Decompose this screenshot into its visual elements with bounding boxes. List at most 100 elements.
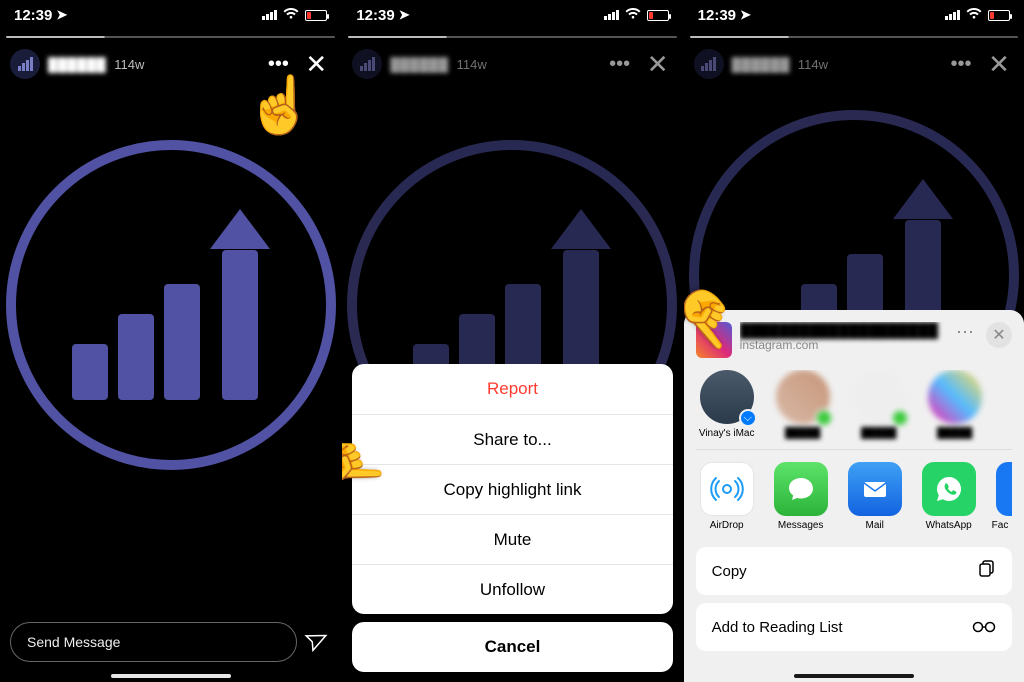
statusbar: 12:39 ➤ bbox=[684, 0, 1024, 30]
location-icon: ➤ bbox=[399, 7, 410, 23]
contact-item[interactable]: █████ bbox=[848, 370, 910, 439]
action-unfollow[interactable]: Unfollow bbox=[352, 564, 672, 614]
home-indicator[interactable] bbox=[111, 674, 231, 678]
messages-badge-icon bbox=[815, 409, 833, 427]
story-content[interactable] bbox=[6, 140, 336, 470]
phone-screen-2: 12:39 ➤ ██████ 114w ••• ✕ bbox=[341, 0, 682, 682]
share-app-facebook[interactable]: Fac bbox=[992, 462, 1012, 531]
time-ago-label: 114w bbox=[114, 57, 144, 72]
share-app-airdrop[interactable]: AirDrop bbox=[696, 462, 758, 531]
share-app-messages[interactable]: Messages bbox=[770, 462, 832, 531]
whatsapp-icon bbox=[922, 462, 976, 516]
share-app-label: Mail bbox=[844, 520, 906, 531]
share-app-whatsapp[interactable]: WhatsApp bbox=[918, 462, 980, 531]
share-thumbnail-icon bbox=[696, 322, 732, 358]
share-action-reading-list[interactable]: Add to Reading List bbox=[696, 603, 1012, 651]
contact-item[interactable]: █████ bbox=[924, 370, 986, 439]
share-app-label: AirDrop bbox=[696, 520, 758, 531]
account-avatar[interactable] bbox=[694, 49, 724, 79]
facebook-icon bbox=[996, 462, 1012, 516]
location-icon: ➤ bbox=[56, 7, 67, 23]
signal-icon bbox=[945, 10, 960, 20]
story-reply-row: Send Message bbox=[10, 622, 331, 662]
story-header: ██████ 114w ••• ✕ bbox=[684, 42, 1024, 86]
send-icon[interactable] bbox=[302, 623, 336, 660]
time-ago-label: 114w bbox=[457, 57, 487, 72]
wifi-icon bbox=[966, 7, 982, 23]
send-message-placeholder: Send Message bbox=[27, 634, 120, 650]
action-mute[interactable]: Mute bbox=[352, 514, 672, 564]
share-title-label: ████████████████████ bbox=[740, 322, 948, 338]
clock: 12:39 bbox=[356, 7, 394, 24]
more-options-button[interactable]: ••• bbox=[263, 49, 293, 79]
share-app-label: WhatsApp bbox=[918, 520, 980, 531]
story-progress-bar bbox=[6, 36, 335, 38]
story-image-circle bbox=[6, 140, 336, 470]
account-avatar[interactable] bbox=[352, 49, 382, 79]
more-options-button[interactable]: ••• bbox=[946, 49, 976, 79]
contact-item[interactable]: █████ bbox=[772, 370, 834, 439]
username-label[interactable]: ██████ bbox=[732, 57, 790, 72]
story-header: ██████ 114w ••• ✕ bbox=[0, 42, 341, 86]
share-action-copy[interactable]: Copy bbox=[696, 547, 1012, 595]
story-header: ██████ 114w ••• ✕ bbox=[342, 42, 682, 86]
close-button[interactable]: ✕ bbox=[984, 49, 1014, 79]
chart-bars-icon bbox=[701, 57, 716, 71]
share-action-label: Copy bbox=[712, 563, 747, 580]
share-close-button[interactable]: ✕ bbox=[986, 322, 1012, 348]
signal-icon bbox=[262, 10, 277, 20]
contact-name-label: █████ bbox=[848, 428, 910, 439]
action-share-to[interactable]: Share to... bbox=[352, 414, 672, 464]
contact-name-label: █████ bbox=[924, 428, 986, 439]
glasses-icon bbox=[972, 617, 996, 638]
action-sheet: Report Share to... Copy highlight link M… bbox=[352, 364, 672, 672]
clock: 12:39 bbox=[698, 7, 736, 24]
share-app-label: Fac bbox=[992, 520, 1012, 531]
story-progress-bar bbox=[690, 36, 1018, 38]
story-progress-bar bbox=[348, 36, 676, 38]
contact-airdrop-imac[interactable]: ⌵ Vinay's iMac bbox=[696, 370, 758, 439]
share-actions-list: Copy Add to Reading List bbox=[696, 547, 1012, 651]
home-indicator[interactable] bbox=[794, 674, 914, 678]
phone-screen-1: 12:39 ➤ ██████ 114w ••• ✕ bbox=[0, 0, 341, 682]
wifi-icon bbox=[625, 7, 641, 23]
airdrop-badge-icon: ⌵ bbox=[739, 409, 757, 427]
contact-name-label: █████ bbox=[772, 428, 834, 439]
share-sheet: ████████████████████ instagram.com ⋯ ✕ ⌵… bbox=[684, 310, 1024, 682]
username-label[interactable]: ██████ bbox=[390, 57, 448, 72]
messages-badge-icon bbox=[891, 409, 909, 427]
share-app-mail[interactable]: Mail bbox=[844, 462, 906, 531]
copy-icon bbox=[978, 560, 996, 583]
battery-low-icon bbox=[647, 10, 669, 21]
close-button[interactable]: ✕ bbox=[643, 49, 673, 79]
share-contacts-row: ⌵ Vinay's iMac █████ █████ █████ bbox=[696, 370, 1012, 449]
statusbar: 12:39 ➤ bbox=[342, 0, 682, 30]
share-action-label: Add to Reading List bbox=[712, 619, 843, 636]
chart-bars-icon bbox=[360, 57, 375, 71]
action-report[interactable]: Report bbox=[352, 364, 672, 414]
action-copy-highlight-link[interactable]: Copy highlight link bbox=[352, 464, 672, 514]
wifi-icon bbox=[283, 7, 299, 23]
location-icon: ➤ bbox=[740, 7, 751, 23]
statusbar: 12:39 ➤ bbox=[0, 0, 341, 30]
chart-bars-icon bbox=[18, 57, 33, 71]
send-message-input[interactable]: Send Message bbox=[10, 622, 297, 662]
share-subtitle-label: instagram.com bbox=[740, 338, 948, 352]
messages-icon bbox=[774, 462, 828, 516]
share-app-label: Messages bbox=[770, 520, 832, 531]
share-more-icon[interactable]: ⋯ bbox=[956, 322, 974, 343]
time-ago-label: 114w bbox=[798, 57, 828, 72]
clock: 12:39 bbox=[14, 7, 52, 24]
mail-icon bbox=[848, 462, 902, 516]
home-indicator[interactable] bbox=[452, 674, 572, 678]
username-label[interactable]: ██████ bbox=[48, 57, 106, 72]
action-cancel[interactable]: Cancel bbox=[352, 622, 672, 672]
battery-low-icon bbox=[988, 10, 1010, 21]
close-button[interactable]: ✕ bbox=[301, 49, 331, 79]
phone-screen-3: 12:39 ➤ ██████ 114w ••• ✕ bbox=[683, 0, 1024, 682]
more-options-button[interactable]: ••• bbox=[605, 49, 635, 79]
airdrop-icon bbox=[700, 462, 754, 516]
contact-name-label: Vinay's iMac bbox=[696, 428, 758, 439]
account-avatar[interactable] bbox=[10, 49, 40, 79]
share-apps-row: AirDrop Messages Mail WhatsApp bbox=[696, 449, 1012, 541]
